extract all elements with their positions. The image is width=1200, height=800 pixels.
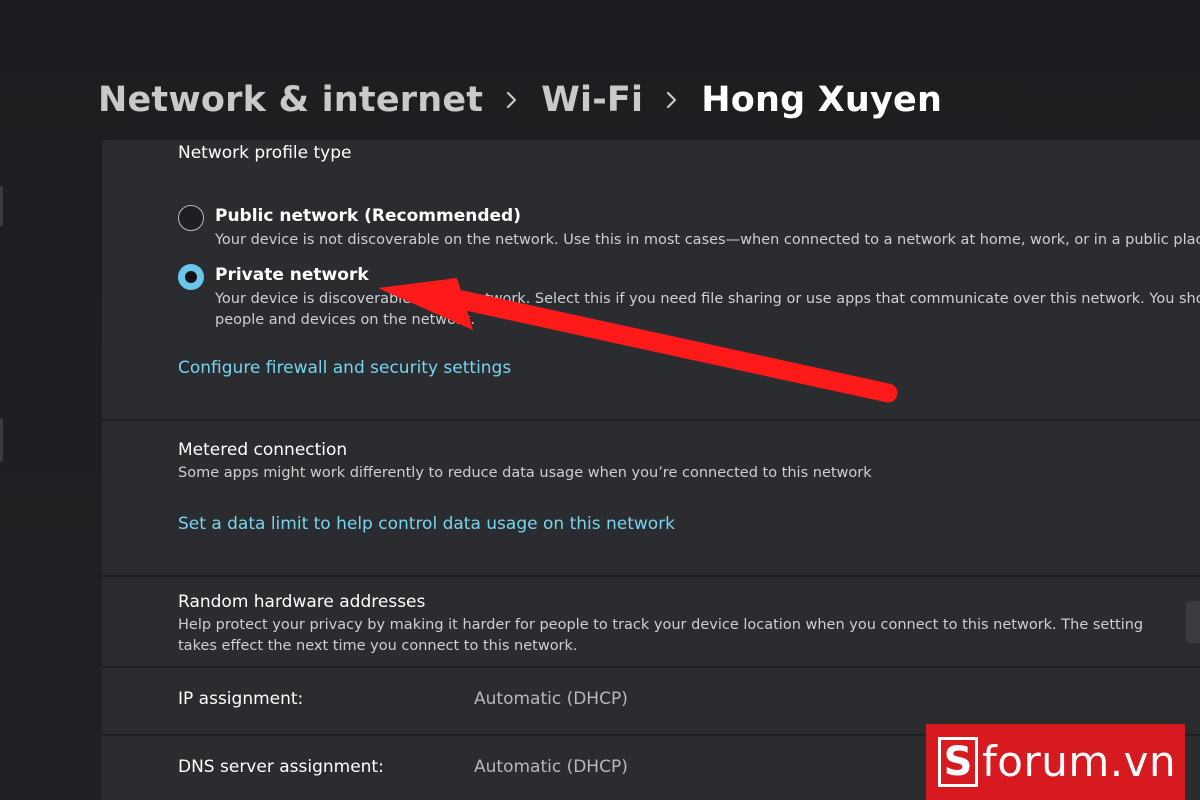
random-hardware-title: Random hardware addresses: [178, 592, 426, 612]
metered-connection-desc: Some apps might work differently to redu…: [178, 465, 872, 481]
ip-assignment-value: Automatic (DHCP): [474, 689, 628, 709]
settings-window: Network & internet Wi-Fi Hong Xuyen Netw…: [0, 0, 1200, 800]
public-network-desc: Your device is not discoverable on the n…: [215, 232, 1200, 248]
dns-assignment-label: DNS server assignment:: [178, 757, 384, 777]
network-profile-card: Network profile type Public network (Rec…: [102, 140, 1200, 419]
random-hardware-desc-line1: Help protect your privacy by making it h…: [178, 617, 1144, 633]
set-data-limit-link[interactable]: Set a data limit to help control data us…: [178, 514, 675, 534]
public-network-label: Public network (Recommended): [215, 206, 521, 226]
sforum-watermark-logo: S forum.vn: [926, 724, 1185, 800]
ip-assignment-label: IP assignment:: [178, 689, 304, 709]
chevron-right-icon: [643, 76, 701, 124]
breadcrumb: Network & internet Wi-Fi Hong Xuyen: [98, 76, 942, 124]
network-profile-title: Network profile type: [178, 143, 352, 163]
dns-assignment-value: Automatic (DHCP): [474, 757, 628, 777]
private-network-label: Private network: [215, 265, 369, 285]
breadcrumb-wifi[interactable]: Wi-Fi: [541, 80, 643, 120]
random-hardware-toggle[interactable]: [1186, 601, 1200, 643]
configure-firewall-link[interactable]: Configure firewall and security settings: [178, 358, 511, 378]
random-hardware-desc: Help protect your privacy by making it h…: [178, 615, 1143, 657]
watermark-text: forum.vn: [982, 737, 1177, 786]
radio-checked-icon[interactable]: [178, 264, 204, 290]
private-network-option[interactable]: Private network Your device is discovera…: [178, 264, 1200, 334]
sidebar-edge: [0, 418, 3, 462]
private-network-desc-line1: Your device is discoverable on the netwo…: [215, 291, 1200, 307]
metered-connection-card: Metered connection Some apps might work …: [102, 421, 1200, 575]
radio-unchecked-icon[interactable]: [178, 205, 204, 231]
random-hardware-card: Random hardware addresses Help protect y…: [102, 577, 1200, 666]
page-title: Hong Xuyen: [701, 80, 943, 120]
random-hardware-desc-line2: takes effect the next time you connect t…: [178, 638, 578, 654]
sidebar-edge: [0, 186, 3, 226]
watermark-badge: S: [938, 737, 978, 787]
chevron-right-icon: [483, 76, 541, 124]
public-network-option[interactable]: Public network (Recommended) Your device…: [178, 205, 1200, 255]
metered-connection-title: Metered connection: [178, 440, 348, 460]
private-network-desc-line2: people and devices on the network.: [215, 312, 476, 328]
breadcrumb-network-internet[interactable]: Network & internet: [98, 80, 483, 120]
private-network-desc: Your device is discoverable on the netwo…: [215, 289, 1200, 331]
